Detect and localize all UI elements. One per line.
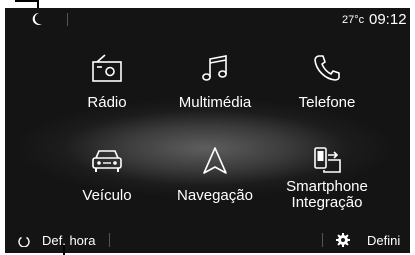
callout-line-top-horizontal [15,0,39,2]
menu-tile-multimedia[interactable]: Multimédia [155,53,275,123]
music-note-icon [202,55,227,81]
menu-label-navegacao: Navegação [177,187,253,204]
head-unit-screen: 27°c 09:12 Rádio Multimédia Telefone Veí… [5,8,410,253]
menu-tile-navegacao[interactable]: Navegação [155,146,275,216]
settings-button[interactable]: Defini [367,233,400,248]
bottom-separator-right [322,233,323,247]
radio-icon [92,54,122,82]
status-separator [67,13,68,26]
set-time-button[interactable]: Def. hora [42,233,95,248]
menu-label-veiculo: Veículo [82,187,132,204]
moon-icon[interactable] [31,12,43,26]
menu-tile-veiculo[interactable]: Veículo [47,146,167,216]
clock-time: 09:12 [369,11,407,28]
menu-label-smartphone-integracao: Smartphone Integração [267,179,387,211]
bottom-bar: Def. hora Defini [5,229,410,253]
phone-icon [314,55,340,81]
menu-tile-smartphone-integracao[interactable]: Smartphone Integração [267,146,387,216]
power-icon [18,236,30,247]
menu-label-multimedia: Multimédia [178,94,252,111]
callout-line-bottom-vertical [63,245,65,255]
menu-tile-radio[interactable]: Rádio [47,53,167,123]
menu-label-radio: Rádio [87,94,127,111]
navigation-arrow-icon [203,147,227,174]
bottom-separator-left [109,233,110,247]
status-bar: 27°c 09:12 [5,8,410,32]
menu-label-line2: Integração [291,194,363,211]
temperature-readout: 27°c [342,14,365,26]
gear-icon[interactable] [336,233,350,247]
menu-label-line1: Smartphone [286,178,368,195]
menu-tile-telefone[interactable]: Telefone [267,53,387,123]
smartphone-projection-icon [314,147,341,173]
menu-label-telefone: Telefone [298,94,356,111]
car-icon [92,150,122,172]
